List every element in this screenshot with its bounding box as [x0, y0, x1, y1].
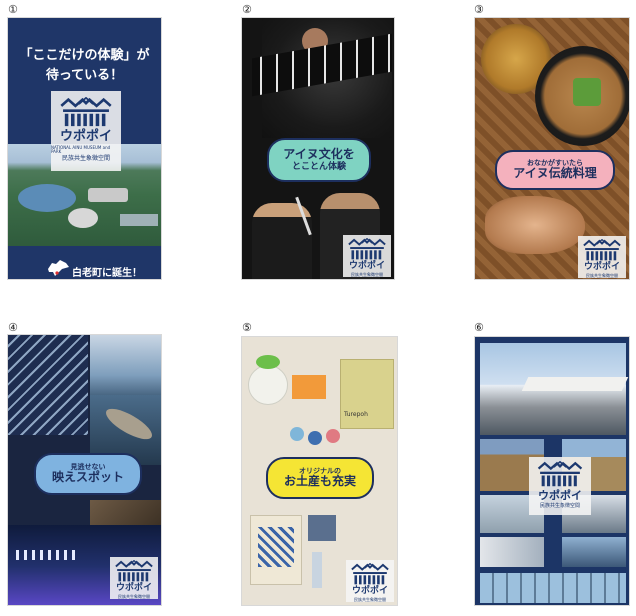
hokkaido-map-icon — [48, 260, 69, 276]
poster-2-banner: アイヌ文化を とことん体験 — [267, 138, 371, 182]
grilled-fish-photo — [485, 196, 585, 254]
upopoy-logo-icon — [59, 97, 113, 127]
upopoy-logo-icon — [347, 238, 387, 260]
upopoy-logo-icon — [350, 563, 390, 585]
arch-photo — [562, 537, 626, 567]
poster-6: ウポポイ 民族共生象徴空間 — [474, 336, 630, 606]
upopoy-logo: ウポポイ 民族共生象徴空間 — [346, 560, 394, 602]
poster-number-1: ① — [8, 3, 18, 16]
poster-4: 見逃せない 映えスポット ウポポイ 民族共生象徴空間 — [7, 334, 162, 606]
upopoy-logo: ウポポイ 民族共生象徴空間 — [529, 457, 591, 515]
poster-5: Turepoh オリジナルの お土産も充実 ウポポイ 民族共生象徴空間 — [241, 336, 398, 606]
poster-3-banner: おなかがすいたら アイヌ伝統料理 — [495, 150, 615, 190]
upopoy-logo-icon — [114, 560, 154, 582]
poster-number-6: ⑥ — [474, 321, 484, 334]
upopoy-logo: ウポポイ NATIONAL AINU MUSEUM and PARK 民族共生象… — [51, 91, 121, 171]
poster-2: アイヌ文化を とことん体験 ウポポイ 民族共生象徴空間 — [241, 17, 395, 280]
poster-number-2: ② — [242, 3, 252, 16]
pattern-panel — [8, 335, 88, 435]
upopoy-logo: ウポポイ 民族共生象徴空間 — [110, 557, 158, 599]
poster-5-banner: オリジナルの お土産も充実 — [266, 457, 374, 499]
poster-1-footer: 白老町に誕生！ — [72, 268, 142, 279]
poster-3: おなかがすいたら アイヌ伝統料理 ウポポイ 民族共生象徴空間 — [474, 17, 630, 280]
upopoy-logo-icon — [536, 461, 584, 487]
product-label: Turepoh — [344, 411, 368, 418]
poster-number-3: ③ — [474, 3, 484, 16]
upopoy-logo: ウポポイ 民族共生象徴空間 — [578, 236, 626, 278]
upopoy-logo-icon — [582, 239, 622, 261]
mascot-plush — [248, 365, 288, 405]
interior-photo — [480, 537, 544, 567]
poster-1-headline: 「ここだけの体験」が 待っている！ — [19, 48, 150, 83]
upopoy-logo: ウポポイ 民族共生象徴空間 — [343, 235, 391, 277]
poster-1: 「ここだけの体験」が 待っている！ ウポポイ NATIONAL AINU MUS… — [7, 17, 162, 280]
book-product — [340, 359, 394, 429]
poster-number-5: ⑤ — [242, 321, 252, 334]
poster-4-banner: 見逃せない 映えスポット — [34, 453, 142, 495]
window-hall-photo — [480, 573, 626, 603]
poster-number-4: ④ — [8, 321, 18, 334]
